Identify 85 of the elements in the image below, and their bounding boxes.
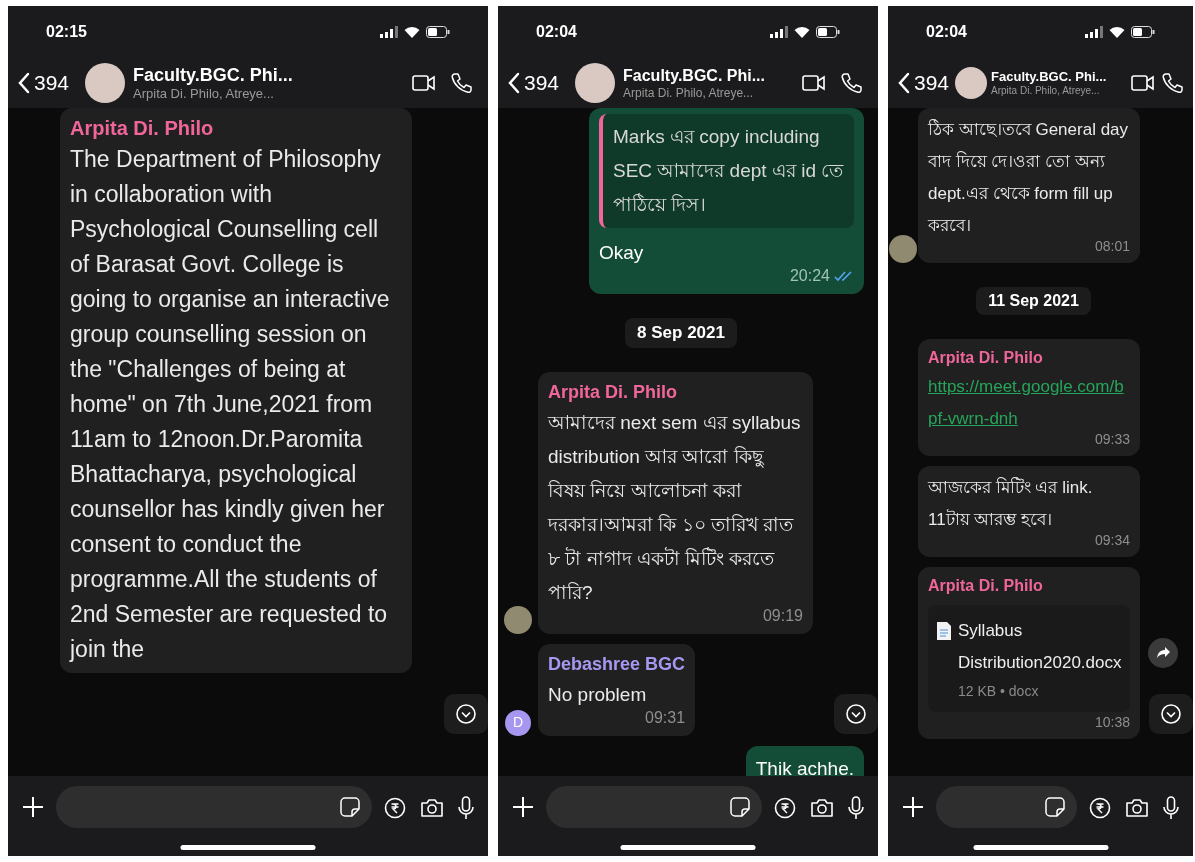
plus-icon[interactable] <box>512 796 534 818</box>
microphone-icon[interactable] <box>458 796 474 820</box>
sticker-icon[interactable] <box>1045 797 1065 817</box>
battery-icon <box>426 26 450 38</box>
status-time: 02:04 <box>536 22 577 42</box>
back-button[interactable]: 394 <box>898 67 950 99</box>
scroll-down-icon[interactable] <box>1149 694 1193 734</box>
document-icon <box>936 621 952 641</box>
sender-name: Arpita Di. Philo <box>70 116 215 141</box>
phone-call-icon[interactable] <box>1161 72 1183 94</box>
message-text: আজকের মিটিং এর link. 11টায় আরম্ভ হবে। <box>928 476 1094 531</box>
status-time: 02:04 <box>926 22 967 42</box>
message-time: 08:01 <box>1094 237 1130 256</box>
sender-name: Arpita Di. Philo <box>928 576 1044 596</box>
chevron-left-icon <box>508 72 520 94</box>
wifi-icon <box>404 26 420 38</box>
sender-name: Arpita Di. Philo <box>928 348 1044 368</box>
message-text: ঠিক আছে।তবে General day বাদ দিয়ে দে।ওরা তো অন্য dept.এর থেকে form fill up করবে। <box>928 118 1130 237</box>
sender-name: Debashree BGC <box>548 652 686 676</box>
sender-avatar[interactable] <box>889 235 917 263</box>
group-avatar[interactable] <box>85 63 126 103</box>
message-text: আমাদের next sem এর syllabus distribution আর আরো কিছু বিষয় নিয়ে আলোচনা করা দরকার।আমরা কি ১০ তারিখ রাত ৮ টা নাগাদ একটা মিটিং করতে পারি? <box>548 410 802 605</box>
signal-icon <box>380 26 398 38</box>
camera-icon[interactable] <box>1125 797 1149 819</box>
unread-count: 394 <box>914 70 950 97</box>
message-input[interactable] <box>546 786 762 828</box>
rupee-icon[interactable] <box>1089 797 1111 819</box>
rupee-icon[interactable] <box>774 797 796 819</box>
message-time: 20:24 <box>789 266 830 286</box>
signal-icon <box>1085 26 1103 38</box>
sticker-icon[interactable] <box>340 797 360 817</box>
video-call-icon[interactable] <box>1131 74 1155 92</box>
phone-call-icon[interactable] <box>840 72 862 94</box>
video-call-icon[interactable] <box>412 74 436 92</box>
video-call-icon[interactable] <box>802 74 826 92</box>
plus-icon[interactable] <box>902 796 924 818</box>
unread-count: 394 <box>34 70 70 97</box>
message-text: Okay <box>599 241 645 265</box>
wifi-icon <box>1109 26 1125 38</box>
message-time: 09:19 <box>762 605 803 626</box>
camera-icon[interactable] <box>810 797 834 819</box>
sender-avatar[interactable] <box>504 605 532 634</box>
plus-icon[interactable] <box>22 796 44 818</box>
file-size: 12 KB • docx <box>958 682 1040 701</box>
battery-icon <box>816 26 840 38</box>
back-button[interactable]: 394 <box>18 67 70 99</box>
phone-call-icon[interactable] <box>450 72 472 94</box>
file-attachment[interactable]: Syllabus Distribution2020.docx 12 KB • docx <box>928 605 1130 712</box>
group-members: Arpita Di. Philo, Atreye... <box>623 85 755 101</box>
group-avatar[interactable] <box>575 63 616 103</box>
group-title[interactable]: Faculty.BGC. Phi... <box>623 65 788 86</box>
group-members: Arpita Di. Philo, Atreye... <box>133 86 275 103</box>
scroll-down-icon[interactable] <box>444 694 488 734</box>
message-text: The Department of Philosophy in collaboration with Psychological Counselling cell of Barasat Govt. College is going to organise an interactive group counselling session on the "Challenges of being at home" on 7th June,2021 from 11am to 12noon.Dr.Paromita Bhattacharya, psychological counsellor has kindly given her consent to conduct the programme.All the students of 2nd Semester are requested to join the <box>70 145 391 664</box>
chevron-left-icon <box>18 72 30 94</box>
status-time: 02:15 <box>46 22 87 42</box>
chevron-left-icon <box>898 72 910 94</box>
group-members: Arpita Di. Philo, Atreye... <box>991 84 1101 98</box>
rupee-icon[interactable] <box>384 797 406 819</box>
camera-icon[interactable] <box>420 797 444 819</box>
quoted-text: Marks এর copy including SEC আমাদের dept এর id তে পাঠিয়ে দিস। <box>613 126 844 215</box>
message-time: 10:38 <box>1094 713 1130 732</box>
signal-icon <box>770 26 788 38</box>
message-time: 09:31 <box>645 707 686 728</box>
group-title[interactable]: Faculty.BGC. Phi... <box>991 68 1125 85</box>
forward-icon[interactable] <box>1148 638 1178 668</box>
sticker-icon[interactable] <box>730 797 750 817</box>
scroll-down-icon[interactable] <box>834 694 878 734</box>
microphone-icon[interactable] <box>848 796 864 820</box>
file-name: Syllabus Distribution2020.docx <box>958 620 1122 674</box>
microphone-icon[interactable] <box>1163 796 1179 820</box>
sender-name: Arpita Di. Philo <box>548 380 678 404</box>
unread-count: 394 <box>524 70 560 97</box>
back-button[interactable]: 394 <box>508 67 560 99</box>
wifi-icon <box>794 26 810 38</box>
date-label: 11 Sep 2021 <box>976 287 1091 315</box>
date-label: 8 Sep 2021 <box>625 318 737 348</box>
battery-icon <box>1131 26 1155 38</box>
message-text: Thik achhe. <box>755 756 854 776</box>
message-time: 09:34 <box>1094 531 1130 550</box>
message-input[interactable] <box>56 786 372 828</box>
group-avatar[interactable] <box>955 67 988 99</box>
message-input[interactable] <box>936 786 1077 828</box>
group-title[interactable]: Faculty.BGC. Phi... <box>133 63 398 87</box>
message-text: No problem <box>548 682 648 707</box>
